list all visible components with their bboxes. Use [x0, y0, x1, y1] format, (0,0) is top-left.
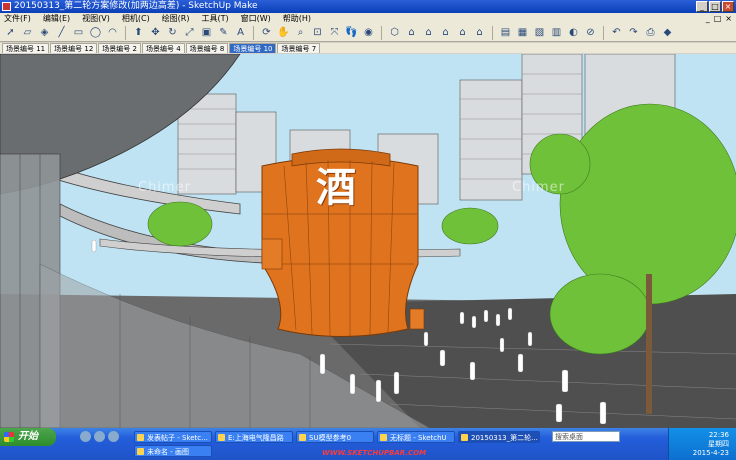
zoom-icon[interactable]: ⌕ [294, 26, 307, 39]
scene-tab[interactable]: 场景编号 4 [141, 43, 185, 53]
layers-icon[interactable]: ▥ [550, 26, 563, 39]
toolbar-separator [253, 25, 254, 40]
tape-icon[interactable]: ✎ [217, 26, 230, 39]
walk-icon[interactable]: 👣 [345, 26, 358, 39]
barrel-sign: 酒 [316, 164, 356, 211]
circle-icon[interactable]: ◯ [89, 26, 102, 39]
menu-camera[interactable]: 相机(C) [122, 13, 150, 24]
scene-tab-active[interactable]: 场景编号 10 [229, 43, 277, 53]
zoom-extents-icon[interactable]: ⤧ [328, 26, 341, 39]
shadows-icon[interactable]: ◐ [567, 26, 580, 39]
scene-tab[interactable]: 场景编号 7 [277, 43, 321, 53]
back-icon[interactable]: ⌂ [456, 26, 469, 39]
styles-icon[interactable]: ▧ [533, 26, 546, 39]
menu-draw[interactable]: 绘图(R) [162, 13, 190, 24]
mdi-restore-button[interactable]: □ [714, 13, 722, 24]
arc-icon[interactable]: ◠ [106, 26, 119, 39]
redo-icon[interactable]: ↷ [627, 26, 640, 39]
title-bar: 20150313_第二轮方案修改(加两边高差) - SketchUp Make … [0, 0, 736, 13]
offset-icon[interactable]: ▣ [200, 26, 213, 39]
rotate-icon[interactable]: ↻ [166, 26, 179, 39]
scene-tab[interactable]: 场景编号 12 [50, 43, 98, 53]
front-icon[interactable]: ⌂ [422, 26, 435, 39]
top-icon[interactable]: ⌂ [405, 26, 418, 39]
menu-bar: 文件(F) 编辑(E) 视图(V) 相机(C) 绘图(R) 工具(T) 窗口(W… [0, 13, 736, 24]
right-icon[interactable]: ⌂ [439, 26, 452, 39]
minimize-button[interactable]: _ [696, 1, 708, 12]
fog-icon[interactable]: ⊘ [584, 26, 597, 39]
paint-icon[interactable]: ◈ [38, 26, 51, 39]
menu-tools[interactable]: 工具(T) [202, 13, 229, 24]
move-icon[interactable]: ✥ [149, 26, 162, 39]
quick-launch [80, 431, 119, 442]
scale-icon[interactable]: ⤢ [183, 26, 196, 39]
components-icon[interactable]: ▦ [516, 26, 529, 39]
eraser-icon[interactable]: ▱ [21, 26, 34, 39]
taskbar-item[interactable]: E:上海电气隆昌路 [215, 431, 293, 443]
rectangle-icon[interactable]: ▭ [72, 26, 85, 39]
iso-icon[interactable]: ⬡ [388, 26, 401, 39]
clock-time: 22:36 [708, 431, 729, 439]
window-title: 20150313_第二轮方案修改(加两边高差) - SketchUp Make [14, 1, 258, 11]
scene-tab[interactable]: 场景编号 2 [98, 43, 141, 53]
text-icon[interactable]: A [234, 26, 247, 39]
window-controls: _ □ × [696, 1, 734, 12]
watermark-right: Chimer [512, 180, 565, 195]
select-icon[interactable]: ➚ [4, 26, 17, 39]
scene-tab[interactable]: 场景编号 11 [2, 43, 50, 53]
windows-logo-icon [4, 432, 14, 442]
start-button[interactable]: 开始 [0, 428, 56, 446]
undo-icon[interactable]: ↶ [610, 26, 623, 39]
close-button[interactable]: × [722, 1, 734, 12]
clock-day: 星期四 [708, 440, 729, 448]
maximize-button[interactable]: □ [709, 1, 721, 12]
orbit-icon[interactable]: ⟳ [260, 26, 273, 39]
quick-launch-icon[interactable] [94, 431, 105, 442]
scene-tabs: 场景编号 11 场景编号 12 场景编号 2 场景编号 4 场景编号 8 场景编… [0, 43, 736, 53]
toolbar-separator [381, 25, 382, 40]
desktop-search-input[interactable]: 搜索桌面 [552, 431, 620, 442]
zoom-window-icon[interactable]: ⊡ [311, 26, 324, 39]
menu-help[interactable]: 帮助(H) [283, 13, 311, 24]
menu-edit[interactable]: 编辑(E) [43, 13, 70, 24]
taskbar-item[interactable]: 未命名 - 画图 [134, 445, 212, 457]
toolbar: ➚ ▱ ◈ ╱ ▭ ◯ ◠ ⬆ ✥ ↻ ⤢ ▣ ✎ A ⟳ ✋ ⌕ ⊡ ⤧ 👣 … [0, 24, 736, 42]
model-viewport[interactable]: 酒 Chimer Chimer [0, 54, 736, 428]
quick-launch-icon[interactable] [108, 431, 119, 442]
mdi-minimize-button[interactable]: _ [706, 13, 710, 24]
menu-file[interactable]: 文件(F) [4, 13, 31, 24]
quick-launch-icon[interactable] [80, 431, 91, 442]
toolbar-separator [603, 25, 604, 40]
start-label: 开始 [18, 431, 38, 442]
taskbar-item[interactable]: 无标题 - SketchU [377, 431, 455, 443]
model-info-icon[interactable]: ◆ [661, 26, 674, 39]
mdi-close-button[interactable]: × [725, 13, 732, 24]
watermark-left: Chimer [138, 180, 191, 195]
scene-render [0, 54, 736, 428]
left-icon[interactable]: ⌂ [473, 26, 486, 39]
pan-icon[interactable]: ✋ [277, 26, 290, 39]
mdi-controls: _ □ × [706, 13, 732, 24]
menu-view[interactable]: 视图(V) [82, 13, 110, 24]
taskbar: 开始 发表帖子 - Sketc... E:上海电气隆昌路 SU模型参考0 无标题… [0, 428, 736, 460]
scene-tab[interactable]: 场景编号 8 [185, 43, 229, 53]
system-tray: 22:36 星期四 2015-4-23 [668, 428, 736, 460]
sketchupbar-link[interactable]: WWW.SKETCHUPBAR.COM [322, 449, 426, 457]
toolbar-separator [125, 25, 126, 40]
look-icon[interactable]: ◉ [362, 26, 375, 39]
taskbar-item-active[interactable]: 20150313_第二轮... [458, 431, 540, 443]
taskbar-item[interactable]: SU模型参考0 [296, 431, 374, 443]
toolbar-separator [492, 25, 493, 40]
menu-window[interactable]: 窗口(W) [241, 13, 271, 24]
pushpull-icon[interactable]: ⬆ [132, 26, 145, 39]
print-icon[interactable]: ⎙ [644, 26, 657, 39]
line-icon[interactable]: ╱ [55, 26, 68, 39]
taskbar-item[interactable]: 发表帖子 - Sketc... [134, 431, 212, 443]
warehouse-icon[interactable]: ▤ [499, 26, 512, 39]
clock-date: 2015-4-23 [692, 449, 729, 457]
sketchup-app-icon [2, 2, 11, 11]
